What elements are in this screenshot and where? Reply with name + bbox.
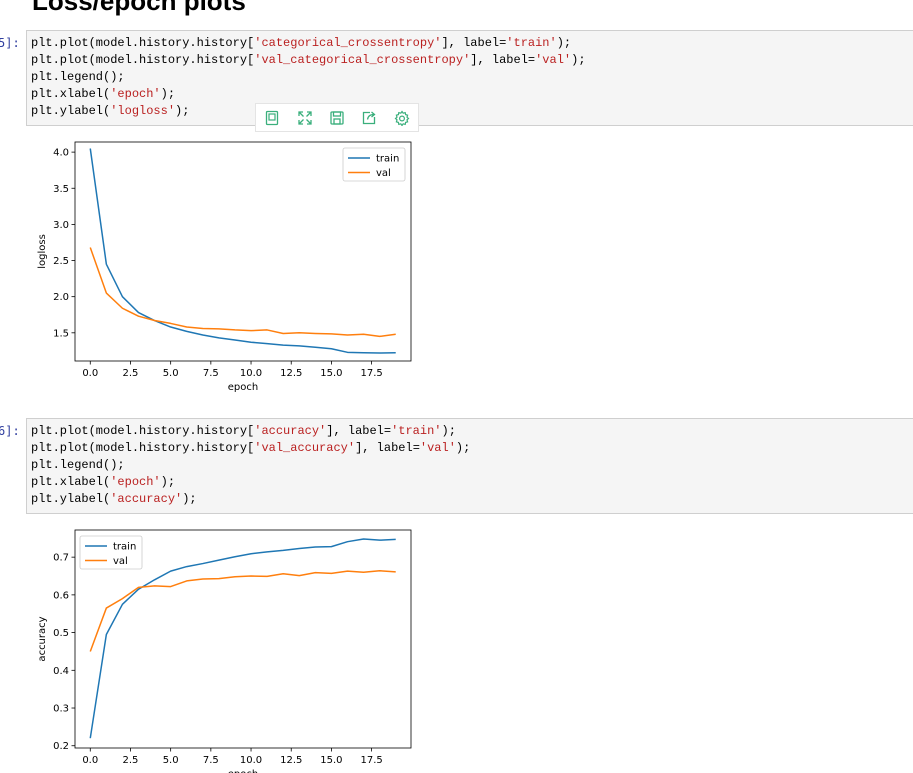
y-tick-label: 0.2 (53, 741, 69, 752)
y-tick-label: 0.5 (53, 628, 69, 639)
x-tick-label: 10.0 (240, 755, 262, 766)
x-axis-label: epoch (228, 769, 258, 773)
x-tick-label: 7.5 (203, 755, 219, 766)
legend-label: val (113, 556, 128, 567)
x-tick-label: 12.5 (280, 755, 302, 766)
accuracy-plot: 0.0 2.5 5.0 7.5 10.0 12.5 15.0 17.5 0.2 0.3 0.4 0.5… (37, 529, 412, 773)
y-tick-label: 0.6 (53, 590, 69, 601)
legend-label: train (113, 542, 136, 553)
x-tick-label: 0.0 (82, 755, 98, 766)
y-axis-label: accuracy (37, 616, 48, 661)
x-tick-label: 17.5 (360, 755, 382, 766)
x-tick-label: 15.0 (320, 755, 342, 766)
y-tick-label: 0.7 (53, 553, 69, 564)
y-tick-label: 0.3 (53, 704, 69, 715)
x-tick-label: 2.5 (123, 755, 139, 766)
x-tick-label: 5.0 (163, 755, 179, 766)
y-tick-label: 0.4 (53, 666, 69, 677)
